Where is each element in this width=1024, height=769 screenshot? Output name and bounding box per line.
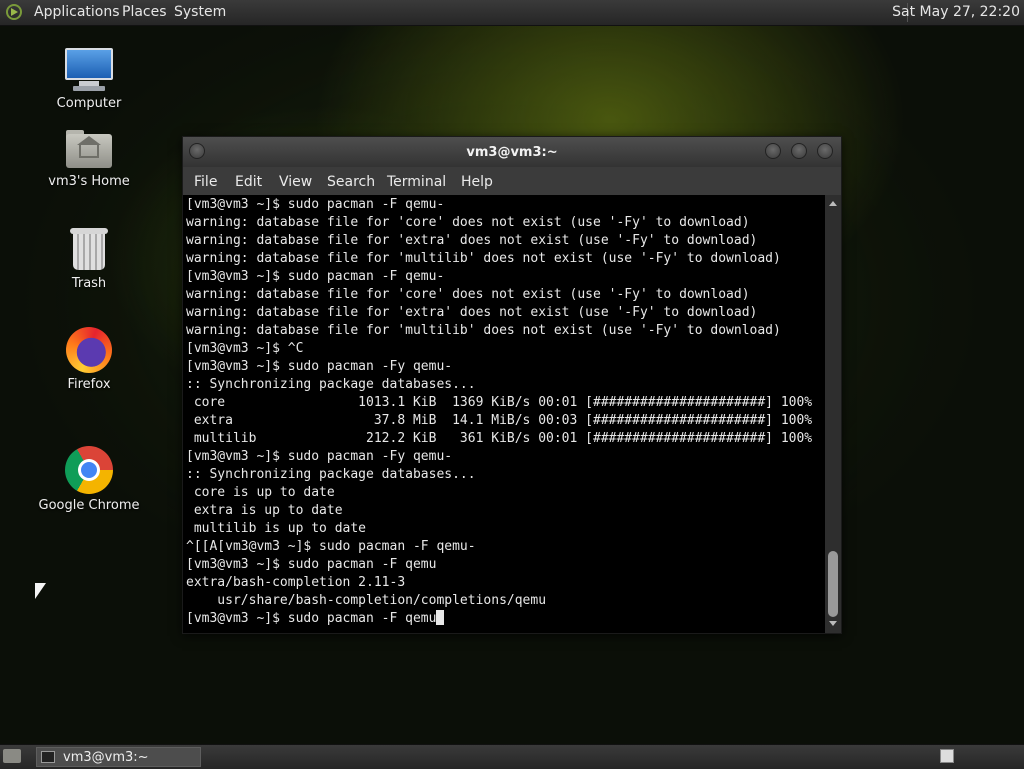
desktop-icon-label: Google Chrome — [38, 498, 140, 513]
chrome-icon — [65, 446, 113, 494]
terminal-line: core is up to date — [186, 485, 335, 500]
terminal-line: extra/bash-completion 2.11-3 — [186, 575, 406, 590]
distro-logo-icon[interactable] — [6, 4, 22, 20]
terminal-menubar: File Edit View Search Terminal Help — [183, 167, 841, 195]
terminal-line: warning: database file for 'core' does n… — [186, 287, 750, 302]
desktop-icon-label: Firefox — [67, 377, 111, 392]
scroll-thumb[interactable] — [828, 551, 838, 617]
desktop-icon-computer[interactable]: Computer — [34, 46, 144, 111]
terminal-line: :: Synchronizing package databases... — [186, 377, 476, 392]
menu-places[interactable]: Places — [122, 4, 167, 20]
mouse-pointer-icon — [35, 583, 46, 599]
scroll-down-icon[interactable] — [829, 621, 837, 626]
firefox-icon — [66, 327, 112, 373]
maximize-icon[interactable] — [791, 143, 807, 159]
terminal-output[interactable]: [vm3@vm3 ~]$ sudo pacman -F qemu-warning… — [183, 195, 825, 633]
terminal-line: [vm3@vm3 ~]$ sudo pacman -F qemu- — [186, 269, 445, 284]
terminal-line: extra 37.8 MiB 14.1 MiB/s 00:03 [#######… — [186, 413, 813, 428]
desktop-icon-label: vm3's Home — [48, 174, 130, 189]
terminal-line: :: Synchronizing package databases... — [186, 467, 476, 482]
terminal-line: warning: database file for 'multilib' do… — [186, 323, 781, 338]
terminal-line: warning: database file for 'multilib' do… — [186, 251, 781, 266]
terminal-icon — [41, 751, 55, 763]
trash-icon — [70, 226, 108, 272]
terminal-line: [vm3@vm3 ~]$ sudo pacman -Fy qemu- — [186, 359, 453, 374]
terminal-line: [vm3@vm3 ~]$ sudo pacman -Fy qemu- — [186, 449, 453, 464]
minimize-icon[interactable] — [765, 143, 781, 159]
terminal-lines: [vm3@vm3 ~]$ sudo pacman -F qemu-warning… — [186, 196, 812, 628]
desktop-icon-firefox[interactable]: Firefox — [34, 327, 144, 392]
top-panel: Applications Places System Sat May 27, 2… — [0, 0, 1024, 26]
scroll-up-icon[interactable] — [829, 201, 837, 206]
menu-applications[interactable]: Applications — [34, 4, 120, 20]
menu-system[interactable]: System — [174, 4, 226, 20]
terminal-line: warning: database file for 'extra' does … — [186, 305, 758, 320]
home-folder-icon — [66, 128, 112, 170]
terminal-window[interactable]: vm3@vm3:~ File Edit View Search Terminal… — [182, 136, 842, 634]
terminal-line: warning: database file for 'core' does n… — [186, 215, 750, 230]
close-icon[interactable] — [817, 143, 833, 159]
taskbar-item-terminal[interactable]: vm3@vm3:~ — [36, 747, 201, 767]
terminal-line: [vm3@vm3 ~]$ ^C — [186, 341, 304, 356]
bottom-panel: vm3@vm3:~ — [0, 744, 1024, 769]
show-desktop-icon[interactable] — [3, 749, 21, 763]
terminal-line: warning: database file for 'extra' does … — [186, 233, 758, 248]
prompt-text: [vm3@vm3 ~]$ sudo pacman -F qemu — [186, 611, 437, 626]
taskbar-item-label: vm3@vm3:~ — [63, 750, 149, 765]
desktop-icon-trash[interactable]: Trash — [34, 226, 144, 291]
terminal-line: [vm3@vm3 ~]$ sudo pacman -F qemu — [186, 557, 437, 572]
menu-terminal[interactable]: Terminal — [387, 174, 446, 190]
terminal-line: [vm3@vm3 ~]$ sudo pacman -F qemu- — [186, 197, 445, 212]
window-title: vm3@vm3:~ — [466, 145, 558, 160]
computer-icon — [65, 46, 113, 92]
terminal-line: ^[[A[vm3@vm3 ~]$ sudo pacman -F qemu- — [186, 539, 476, 554]
terminal-line: multilib 212.2 KiB 361 KiB/s 00:01 [####… — [186, 431, 813, 446]
terminal-line: multilib is up to date — [186, 521, 367, 536]
clock[interactable]: Sat May 27, 22:20 — [892, 4, 1020, 20]
menu-help[interactable]: Help — [461, 174, 493, 190]
workspace-switcher-icon[interactable] — [940, 749, 954, 763]
desktop-icon-label: Trash — [71, 276, 107, 291]
terminal-line: core 1013.1 KiB 1369 KiB/s 00:01 [######… — [186, 395, 813, 410]
desktop-icon-home[interactable]: vm3's Home — [34, 128, 144, 189]
menu-edit[interactable]: Edit — [235, 174, 262, 190]
window-titlebar[interactable]: vm3@vm3:~ — [183, 137, 841, 167]
menu-file[interactable]: File — [194, 174, 217, 190]
terminal-line: extra is up to date — [186, 503, 343, 518]
terminal-scrollbar[interactable] — [825, 195, 841, 633]
desktop-icon-label: Computer — [56, 96, 122, 111]
desktop-icon-chrome[interactable]: Google Chrome — [34, 446, 144, 513]
terminal-prompt-line[interactable]: [vm3@vm3 ~]$ sudo pacman -F qemu — [186, 610, 812, 628]
menu-view[interactable]: View — [279, 174, 312, 190]
text-cursor — [436, 610, 445, 625]
terminal-line: usr/share/bash-completion/completions/qe… — [186, 593, 547, 608]
menu-search[interactable]: Search — [327, 174, 375, 190]
